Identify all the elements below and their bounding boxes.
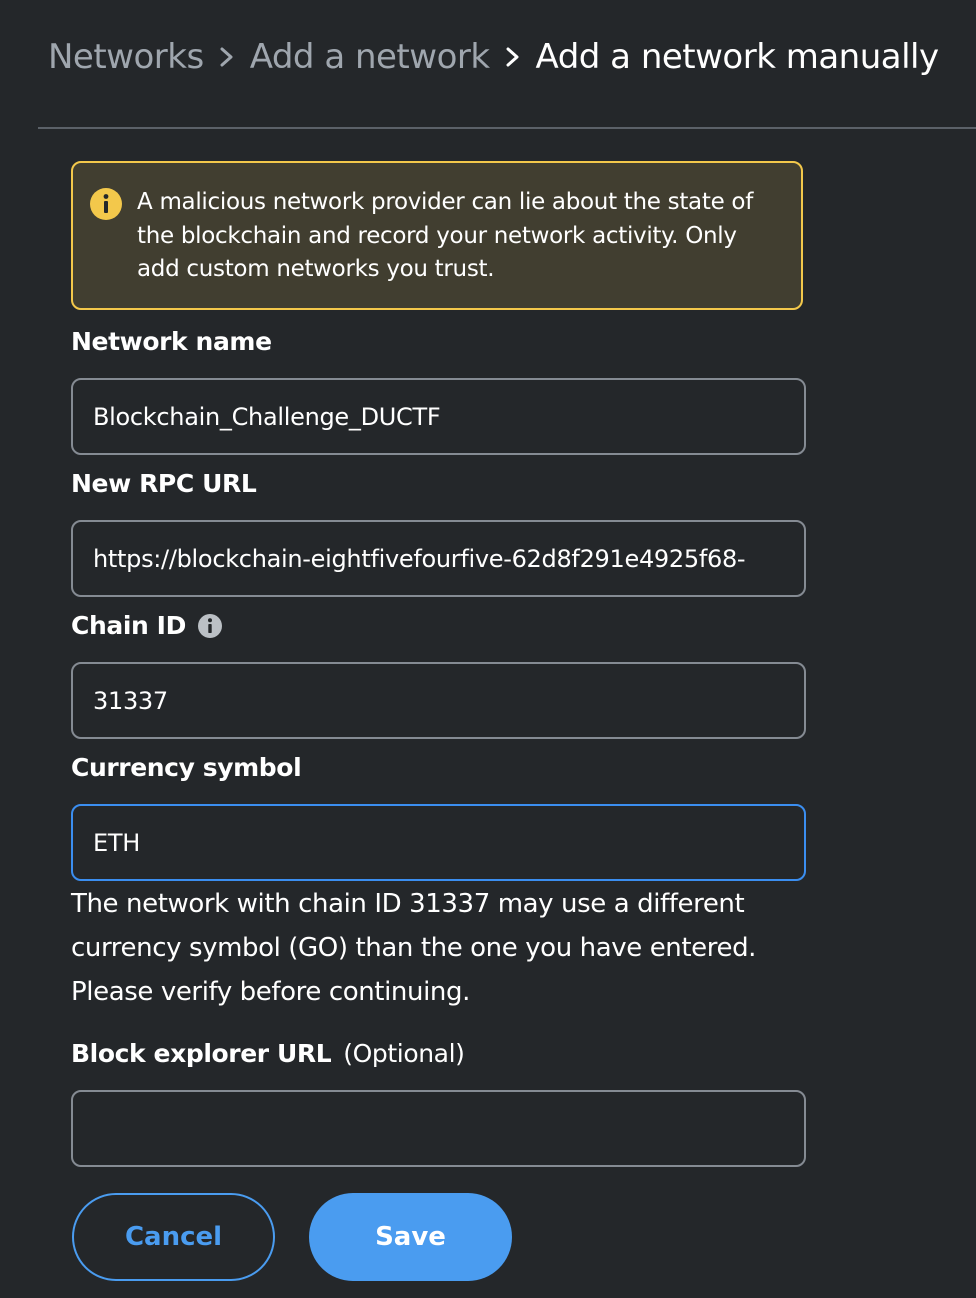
save-button[interactable]: Save: [309, 1193, 512, 1281]
chevron-right-icon: [490, 34, 536, 80]
rpc-url-label: New RPC URL: [71, 469, 257, 498]
network-name-input[interactable]: [73, 380, 804, 453]
breadcrumb-current: Add a network manually: [535, 37, 940, 77]
breadcrumb: Networks Add a network Add a network man…: [48, 34, 939, 80]
info-circle-icon: [90, 188, 122, 220]
network-name-label: Network name: [71, 327, 272, 356]
rpc-url-field[interactable]: [71, 520, 806, 597]
block-explorer-input[interactable]: [73, 1092, 804, 1165]
chain-id-field[interactable]: [71, 662, 806, 739]
block-explorer-label: Block explorer URL (Optional): [71, 1039, 465, 1068]
breadcrumb-add-network[interactable]: Add a network: [250, 37, 490, 77]
currency-symbol-input[interactable]: [73, 806, 804, 879]
warning-text: A malicious network provider can lie abo…: [137, 189, 754, 282]
chevron-right-icon: [204, 34, 250, 80]
header-divider: [38, 127, 976, 129]
currency-symbol-field[interactable]: [71, 804, 806, 881]
breadcrumb-networks[interactable]: Networks: [48, 37, 204, 77]
network-name-field[interactable]: [71, 378, 806, 455]
chain-id-label: Chain ID: [71, 611, 222, 640]
block-explorer-field[interactable]: [71, 1090, 806, 1167]
cancel-button[interactable]: Cancel: [72, 1193, 275, 1281]
currency-symbol-warning: The network with chain ID 31337 may use …: [71, 889, 757, 1007]
currency-symbol-label: Currency symbol: [71, 753, 302, 782]
warning-banner: A malicious network provider can lie abo…: [71, 161, 803, 310]
rpc-url-input[interactable]: [73, 522, 804, 595]
info-icon[interactable]: [197, 613, 222, 638]
chain-id-input[interactable]: [73, 664, 804, 737]
optional-tag: (Optional): [343, 1039, 465, 1068]
